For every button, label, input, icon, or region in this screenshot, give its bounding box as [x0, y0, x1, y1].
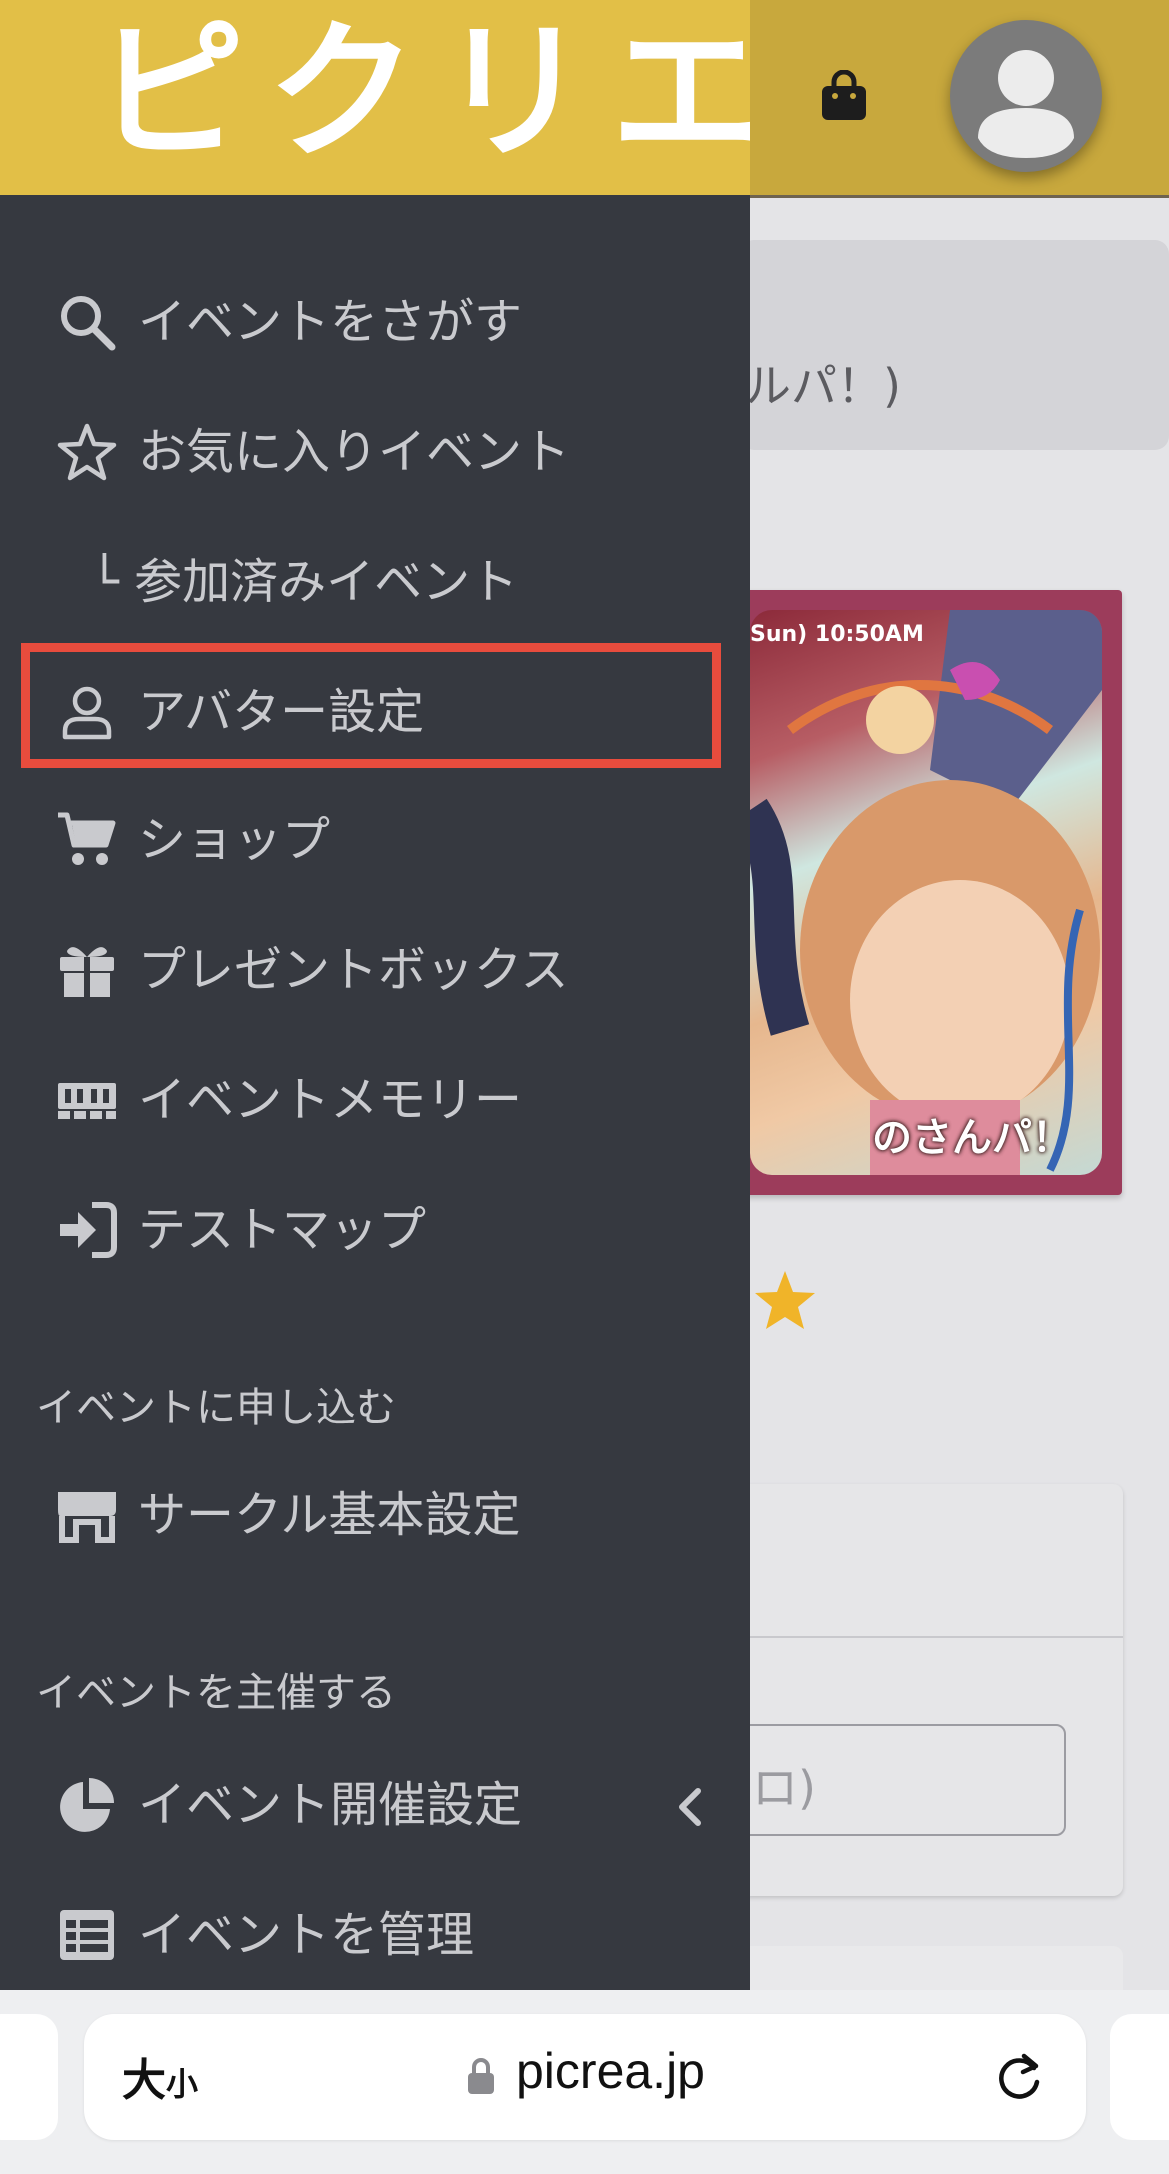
table-icon	[60, 1910, 114, 1960]
user-avatar-icon	[978, 50, 1074, 158]
header-logo-area: ピクリエ	[0, 0, 761, 195]
event-banner-image: Sun) 10:50AM のさんパ！	[750, 610, 1102, 1175]
section-heading-apply: イベントに申し込む	[36, 1385, 396, 1431]
sidebar-item-label: イベントメモリー	[138, 1072, 523, 1128]
event-title-text: ルパ！)	[745, 359, 901, 413]
sidebar-item-search-events[interactable]: イベントをさがす	[0, 267, 750, 377]
card-text-input[interactable]: ロ)	[740, 1724, 1066, 1836]
content-card: ロ)	[740, 1484, 1123, 1896]
sidebar-item-event-hosting-settings[interactable]: イベント開催設定	[0, 1750, 750, 1860]
pie-chart-icon	[60, 1778, 114, 1832]
app-logo[interactable]: ピクリエ	[95, 18, 783, 168]
user-avatar-button[interactable]	[950, 20, 1102, 172]
memory-icon	[58, 1083, 116, 1119]
text-size-small-label: 小	[166, 2065, 199, 2103]
sidebar-item-label: イベントをさがす	[138, 294, 523, 350]
sidebar-item-label: サークル基本設定	[138, 1487, 521, 1543]
search-icon	[61, 296, 116, 351]
card-input-placeholder: ロ)	[752, 1761, 816, 1815]
sidebar-item-circle-settings[interactable]: サークル基本設定	[0, 1460, 750, 1570]
address-bar[interactable]: 大小 picrea.jp	[84, 2014, 1086, 2140]
chevron-left-icon[interactable]	[670, 1785, 708, 1829]
text-size-large-label: 大	[122, 2055, 166, 2106]
cart-icon	[58, 812, 116, 865]
card-divider	[740, 1636, 1123, 1638]
star-outline-icon	[57, 423, 117, 481]
sidebar-item-event-memory[interactable]: イベントメモリー	[0, 1045, 750, 1155]
gift-icon	[60, 947, 114, 997]
sidebar-item-joined-events[interactable]: └ 参加済みイベント	[0, 527, 750, 637]
sidebar-item-present-box[interactable]: プレゼントボックス	[0, 915, 750, 1025]
sidebar-item-label: プレゼントボックス	[138, 942, 569, 998]
sidebar-item-label: テストマップ	[138, 1202, 427, 1258]
browser-bottom-bar: 大小 picrea.jp	[0, 1990, 1169, 2174]
sidebar-drawer: イベントをさがす お気に入りイベント └ 参加済みイベント アバター設定 ショッ…	[0, 195, 750, 1990]
event-title-panel	[740, 240, 1169, 450]
sidebar-item-label: お気に入りイベント	[138, 424, 571, 480]
sidebar-item-test-map[interactable]: テストマップ	[0, 1175, 750, 1285]
sidebar-item-label: ショップ	[138, 812, 331, 868]
previous-tab[interactable]	[0, 2014, 58, 2140]
next-tab[interactable]	[1110, 2014, 1169, 2140]
event-banner[interactable]: Sun) 10:50AM のさんパ！	[740, 590, 1122, 1195]
sidebar-item-manage-events[interactable]: イベントを管理	[0, 1880, 750, 1990]
text-size-button[interactable]: 大小	[122, 2044, 198, 2108]
banner-date-text: Sun) 10:50AM	[750, 622, 924, 647]
reload-icon[interactable]	[994, 2052, 1044, 2104]
shopping-bag-icon[interactable]	[820, 70, 868, 122]
store-icon	[58, 1492, 116, 1543]
avatar-settings-highlight	[21, 643, 721, 768]
sidebar-item-label: イベントを管理	[138, 1907, 475, 1963]
banner-illustration	[750, 610, 1102, 1175]
sidebar-item-favorite-events[interactable]: お気に入りイベント	[0, 397, 750, 507]
sidebar-item-label: └ 参加済みイベント	[90, 554, 519, 610]
lock-icon	[468, 2058, 494, 2094]
url-text: picrea.jp	[516, 2043, 705, 2099]
section-heading-host: イベントを主催する	[36, 1670, 396, 1716]
sign-in-icon	[60, 1202, 117, 1258]
favorite-star-icon[interactable]	[752, 1268, 818, 1334]
banner-caption-text: のさんパ！	[872, 1115, 1072, 1161]
sidebar-item-label: イベント開催設定	[138, 1777, 523, 1833]
sidebar-item-shop[interactable]: ショップ	[0, 785, 750, 895]
